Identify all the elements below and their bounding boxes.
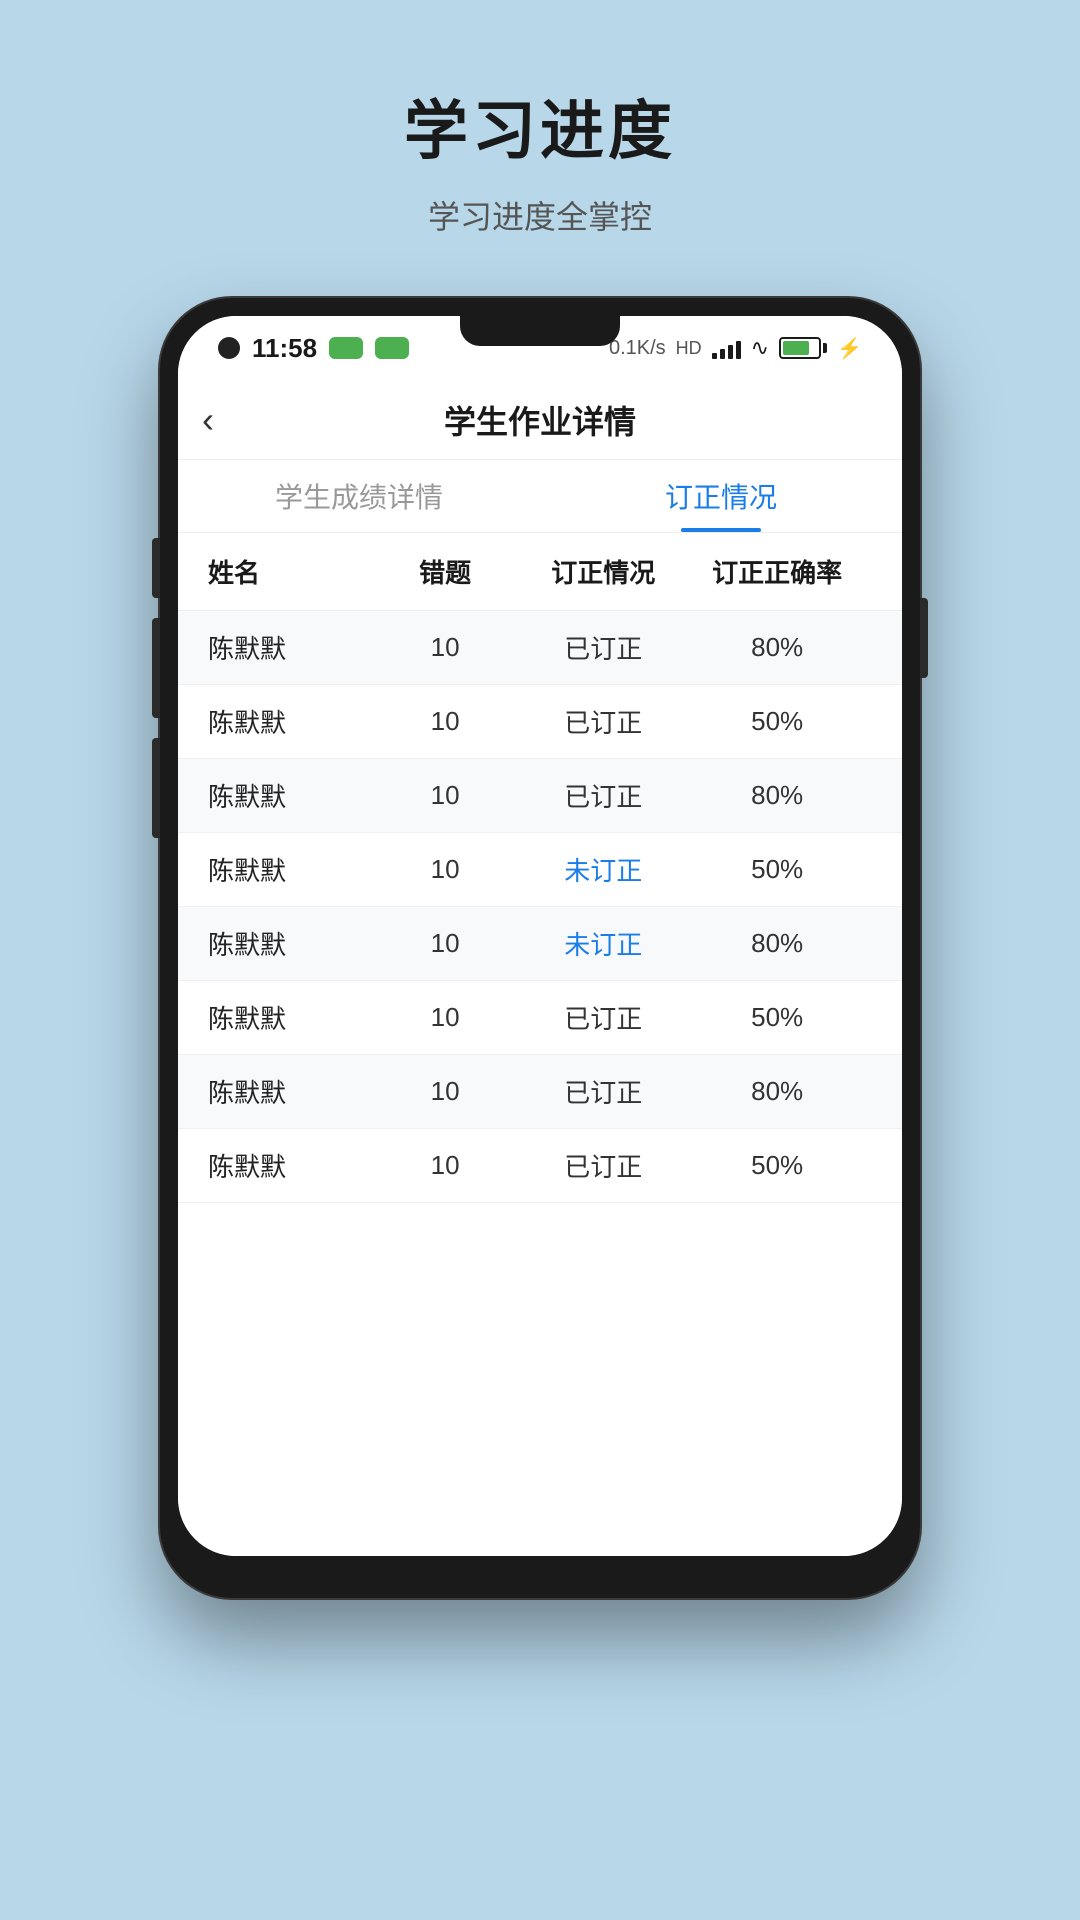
table-row: 陈默默10未订正80% [178,907,902,981]
cell-status: 已订正 [524,999,682,1036]
cell-accuracy: 80% [682,928,872,959]
table-row: 陈默默10已订正80% [178,611,902,685]
status-time: 11:58 [252,333,317,364]
battery-icon [779,337,827,359]
table-row: 陈默默10未订正50% [178,833,902,907]
front-camera [218,337,240,359]
cell-name: 陈默默 [208,703,366,740]
cell-status: 已订正 [524,777,682,814]
tab-bar: 学生成绩详情 订正情况 [178,460,902,533]
table-row: 陈默默10已订正80% [178,1055,902,1129]
cell-errors: 10 [366,632,524,663]
col-header-status: 订正情况 [524,553,682,590]
network-speed: 0.1K/s [609,337,666,360]
cell-errors: 10 [366,1076,524,1107]
volume-down-button [152,738,160,838]
mute-button [152,538,160,598]
cell-accuracy: 80% [682,632,872,663]
col-header-name: 姓名 [208,553,366,590]
cell-accuracy: 80% [682,780,872,811]
volume-up-button [152,618,160,718]
table-row: 陈默默10已订正50% [178,685,902,759]
cell-name: 陈默默 [208,777,366,814]
table-body: 陈默默10已订正80%陈默默10已订正50%陈默默10已订正80%陈默默10未订… [178,611,902,1203]
cell-errors: 10 [366,1150,524,1181]
cell-status: 已订正 [524,1147,682,1184]
tab-grades[interactable]: 学生成绩详情 [178,460,540,532]
charging-icon: ⚡ [837,336,862,361]
cell-name: 陈默默 [208,1073,366,1110]
cell-errors: 10 [366,1002,524,1033]
cell-name: 陈默默 [208,851,366,888]
app-header-title: 学生作业详情 [444,397,636,443]
tab-corrections[interactable]: 订正情况 [540,460,902,532]
cell-name: 陈默默 [208,1147,366,1184]
app-header: ‹ 学生作业详情 [178,380,902,460]
status-icon-1 [329,337,363,359]
cell-accuracy: 50% [682,706,872,737]
page-title: 学习进度 [404,80,676,172]
cell-name: 陈默默 [208,629,366,666]
cell-status: 已订正 [524,1073,682,1110]
signal-icon [712,337,741,359]
cell-status: 已订正 [524,703,682,740]
hd-label: HD [676,338,702,359]
cell-errors: 10 [366,854,524,885]
table-row: 陈默默10已订正80% [178,759,902,833]
col-header-errors: 错题 [366,553,524,590]
phone-frame: 11:58 0.1K/s HD ∿ ⚡ ‹ 学生作业详情 [160,298,920,1598]
back-button[interactable]: ‹ [202,399,214,441]
page-subtitle: 学习进度全掌控 [404,192,676,238]
data-table: 姓名 错题 订正情况 订正正确率 陈默默10已订正80%陈默默10已订正50%陈… [178,533,902,1556]
cell-accuracy: 50% [682,1002,872,1033]
phone-notch [460,316,620,346]
cell-name: 陈默默 [208,999,366,1036]
phone-screen: 11:58 0.1K/s HD ∿ ⚡ ‹ 学生作业详情 [178,316,902,1556]
table-row: 陈默默10已订正50% [178,981,902,1055]
cell-accuracy: 50% [682,1150,872,1181]
cell-status: 已订正 [524,629,682,666]
page-header: 学习进度 学习进度全掌控 [404,0,676,238]
status-icon-2 [375,337,409,359]
cell-status: 未订正 [524,851,682,888]
wifi-icon: ∿ [751,335,769,361]
table-header: 姓名 错题 订正情况 订正正确率 [178,533,902,611]
power-button [920,598,928,678]
cell-errors: 10 [366,928,524,959]
cell-accuracy: 80% [682,1076,872,1107]
status-bar-right: 0.1K/s HD ∿ ⚡ [609,335,862,361]
cell-errors: 10 [366,780,524,811]
cell-accuracy: 50% [682,854,872,885]
status-bar-left: 11:58 [218,333,409,364]
cell-name: 陈默默 [208,925,366,962]
cell-errors: 10 [366,706,524,737]
table-row: 陈默默10已订正50% [178,1129,902,1203]
cell-status: 未订正 [524,925,682,962]
col-header-accuracy: 订正正确率 [682,553,872,590]
